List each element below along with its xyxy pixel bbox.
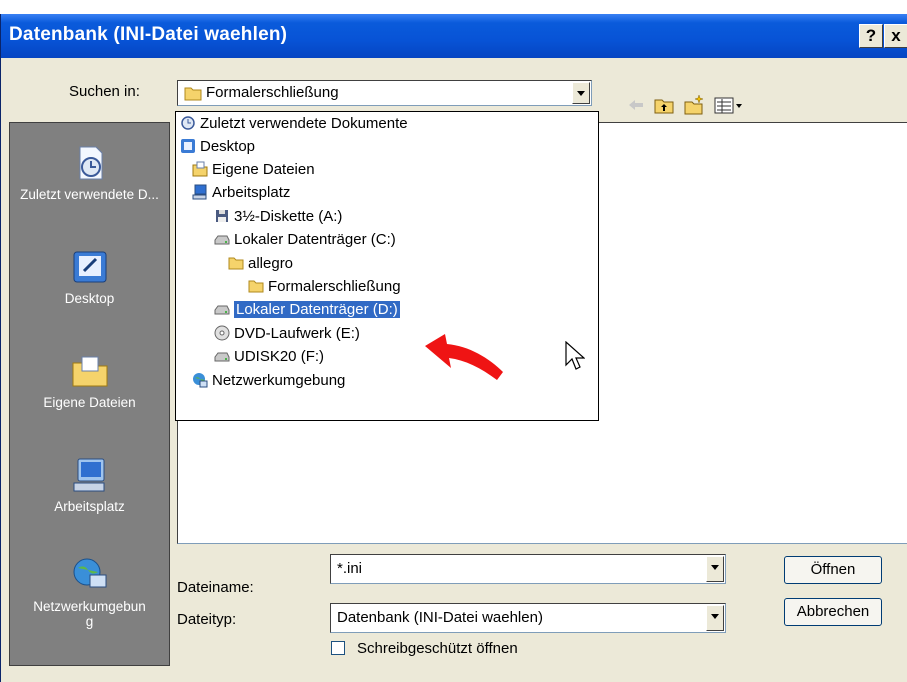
back-icon[interactable] <box>625 94 647 116</box>
filetype-label: Dateityp: <box>177 611 237 628</box>
my-documents-icon <box>72 356 107 387</box>
dropdown-item-my-documents[interactable]: Eigene Dateien <box>192 159 315 181</box>
filename-input[interactable]: *.ini <box>330 554 726 584</box>
up-folder-icon[interactable] <box>653 94 675 116</box>
readonly-checkbox[interactable] <box>331 641 345 655</box>
folder-icon <box>228 257 244 270</box>
floppy-icon <box>216 210 228 222</box>
my-documents-icon <box>192 161 208 177</box>
filename-label: Dateiname: <box>177 579 254 596</box>
dropdown-item-my-computer[interactable]: Arbeitsplatz <box>192 182 290 204</box>
lookin-dropdown-button[interactable] <box>572 82 590 104</box>
drive-icon <box>214 352 230 362</box>
recent-documents-icon <box>79 146 102 180</box>
lookin-combo[interactable]: Formalerschließung <box>177 80 592 106</box>
place-my-computer[interactable]: Arbeitsplatz <box>10 455 169 514</box>
folder-icon <box>184 87 202 101</box>
place-network[interactable]: Netzwerkumgebung <box>10 555 169 629</box>
filetype-select[interactable]: Datenbank (INI-Datei waehlen) <box>330 603 726 633</box>
dropdown-item-floppy[interactable]: 3½-Diskette (A:) <box>214 206 342 228</box>
place-label: Netzwerkumgebung <box>33 599 146 629</box>
drive-icon <box>214 305 230 315</box>
filename-dropdown-button[interactable] <box>706 556 724 582</box>
desktop-icon <box>73 251 106 283</box>
places-bar: Zuletzt verwendete D... Desktop Eigene D… <box>9 122 170 666</box>
dropdown-item-drive-d[interactable]: Lokaler Datenträger (D:) <box>214 299 400 321</box>
drive-icon <box>214 235 230 245</box>
my-computer-icon <box>73 458 104 492</box>
filetype-dropdown-button[interactable] <box>706 605 724 631</box>
open-button[interactable]: Öffnen <box>784 556 882 584</box>
recent-documents-icon <box>181 116 195 130</box>
red-arrow-annotation-icon <box>425 334 503 380</box>
window-title: Datenbank (INI-Datei waehlen) <box>9 24 288 45</box>
dvd-icon <box>214 325 230 341</box>
dropdown-item-allegro[interactable]: allegro <box>228 253 293 275</box>
desktop-icon <box>181 139 195 153</box>
lookin-dropdown-list: Zuletzt verwendete Dokumente Desktop Eig… <box>175 111 599 421</box>
network-icon <box>193 373 208 388</box>
view-menu-icon[interactable] <box>713 94 745 116</box>
place-label: Zuletzt verwendete D... <box>20 187 159 202</box>
dropdown-item-recent[interactable]: Zuletzt verwendete Dokumente <box>180 113 408 135</box>
mouse-cursor-icon <box>565 341 585 370</box>
place-label: Desktop <box>64 291 115 306</box>
readonly-label: Schreibgeschützt öffnen <box>357 640 518 657</box>
place-label: Arbeitsplatz <box>54 499 125 514</box>
filename-value: *.ini <box>337 560 363 577</box>
lookin-label: Suchen in: <box>69 83 140 100</box>
place-label: Eigene Dateien <box>43 395 136 410</box>
dropdown-item-dvd[interactable]: DVD-Laufwerk (E:) <box>214 323 360 345</box>
cancel-button[interactable]: Abbrechen <box>784 598 882 626</box>
filetype-value: Datenbank (INI-Datei waehlen) <box>337 609 543 626</box>
new-folder-icon[interactable] <box>683 94 705 116</box>
title-bar[interactable]: Datenbank (INI-Datei waehlen) ? x <box>1 14 907 58</box>
dropdown-item-udisk[interactable]: UDISK20 (F:) <box>214 346 324 368</box>
place-my-documents[interactable]: Eigene Dateien <box>10 351 169 410</box>
lookin-value: Formalerschließung <box>206 84 339 101</box>
dropdown-item-formalerschliessung[interactable]: Formalerschließung <box>248 276 401 298</box>
my-computer-icon <box>192 184 207 200</box>
place-desktop[interactable]: Desktop <box>10 247 169 306</box>
close-button[interactable]: x <box>884 24 907 48</box>
dropdown-item-desktop[interactable]: Desktop <box>180 136 255 158</box>
network-icon <box>73 558 106 588</box>
dropdown-item-network[interactable]: Netzwerkumgebung <box>192 370 345 392</box>
folder-icon <box>248 280 264 293</box>
file-open-dialog: Datenbank (INI-Datei waehlen) ? x Suchen… <box>0 14 907 682</box>
help-button[interactable]: ? <box>859 24 883 48</box>
dropdown-item-drive-c[interactable]: Lokaler Datenträger (C:) <box>214 229 396 251</box>
place-recent-documents[interactable]: Zuletzt verwendete D... <box>10 143 169 202</box>
